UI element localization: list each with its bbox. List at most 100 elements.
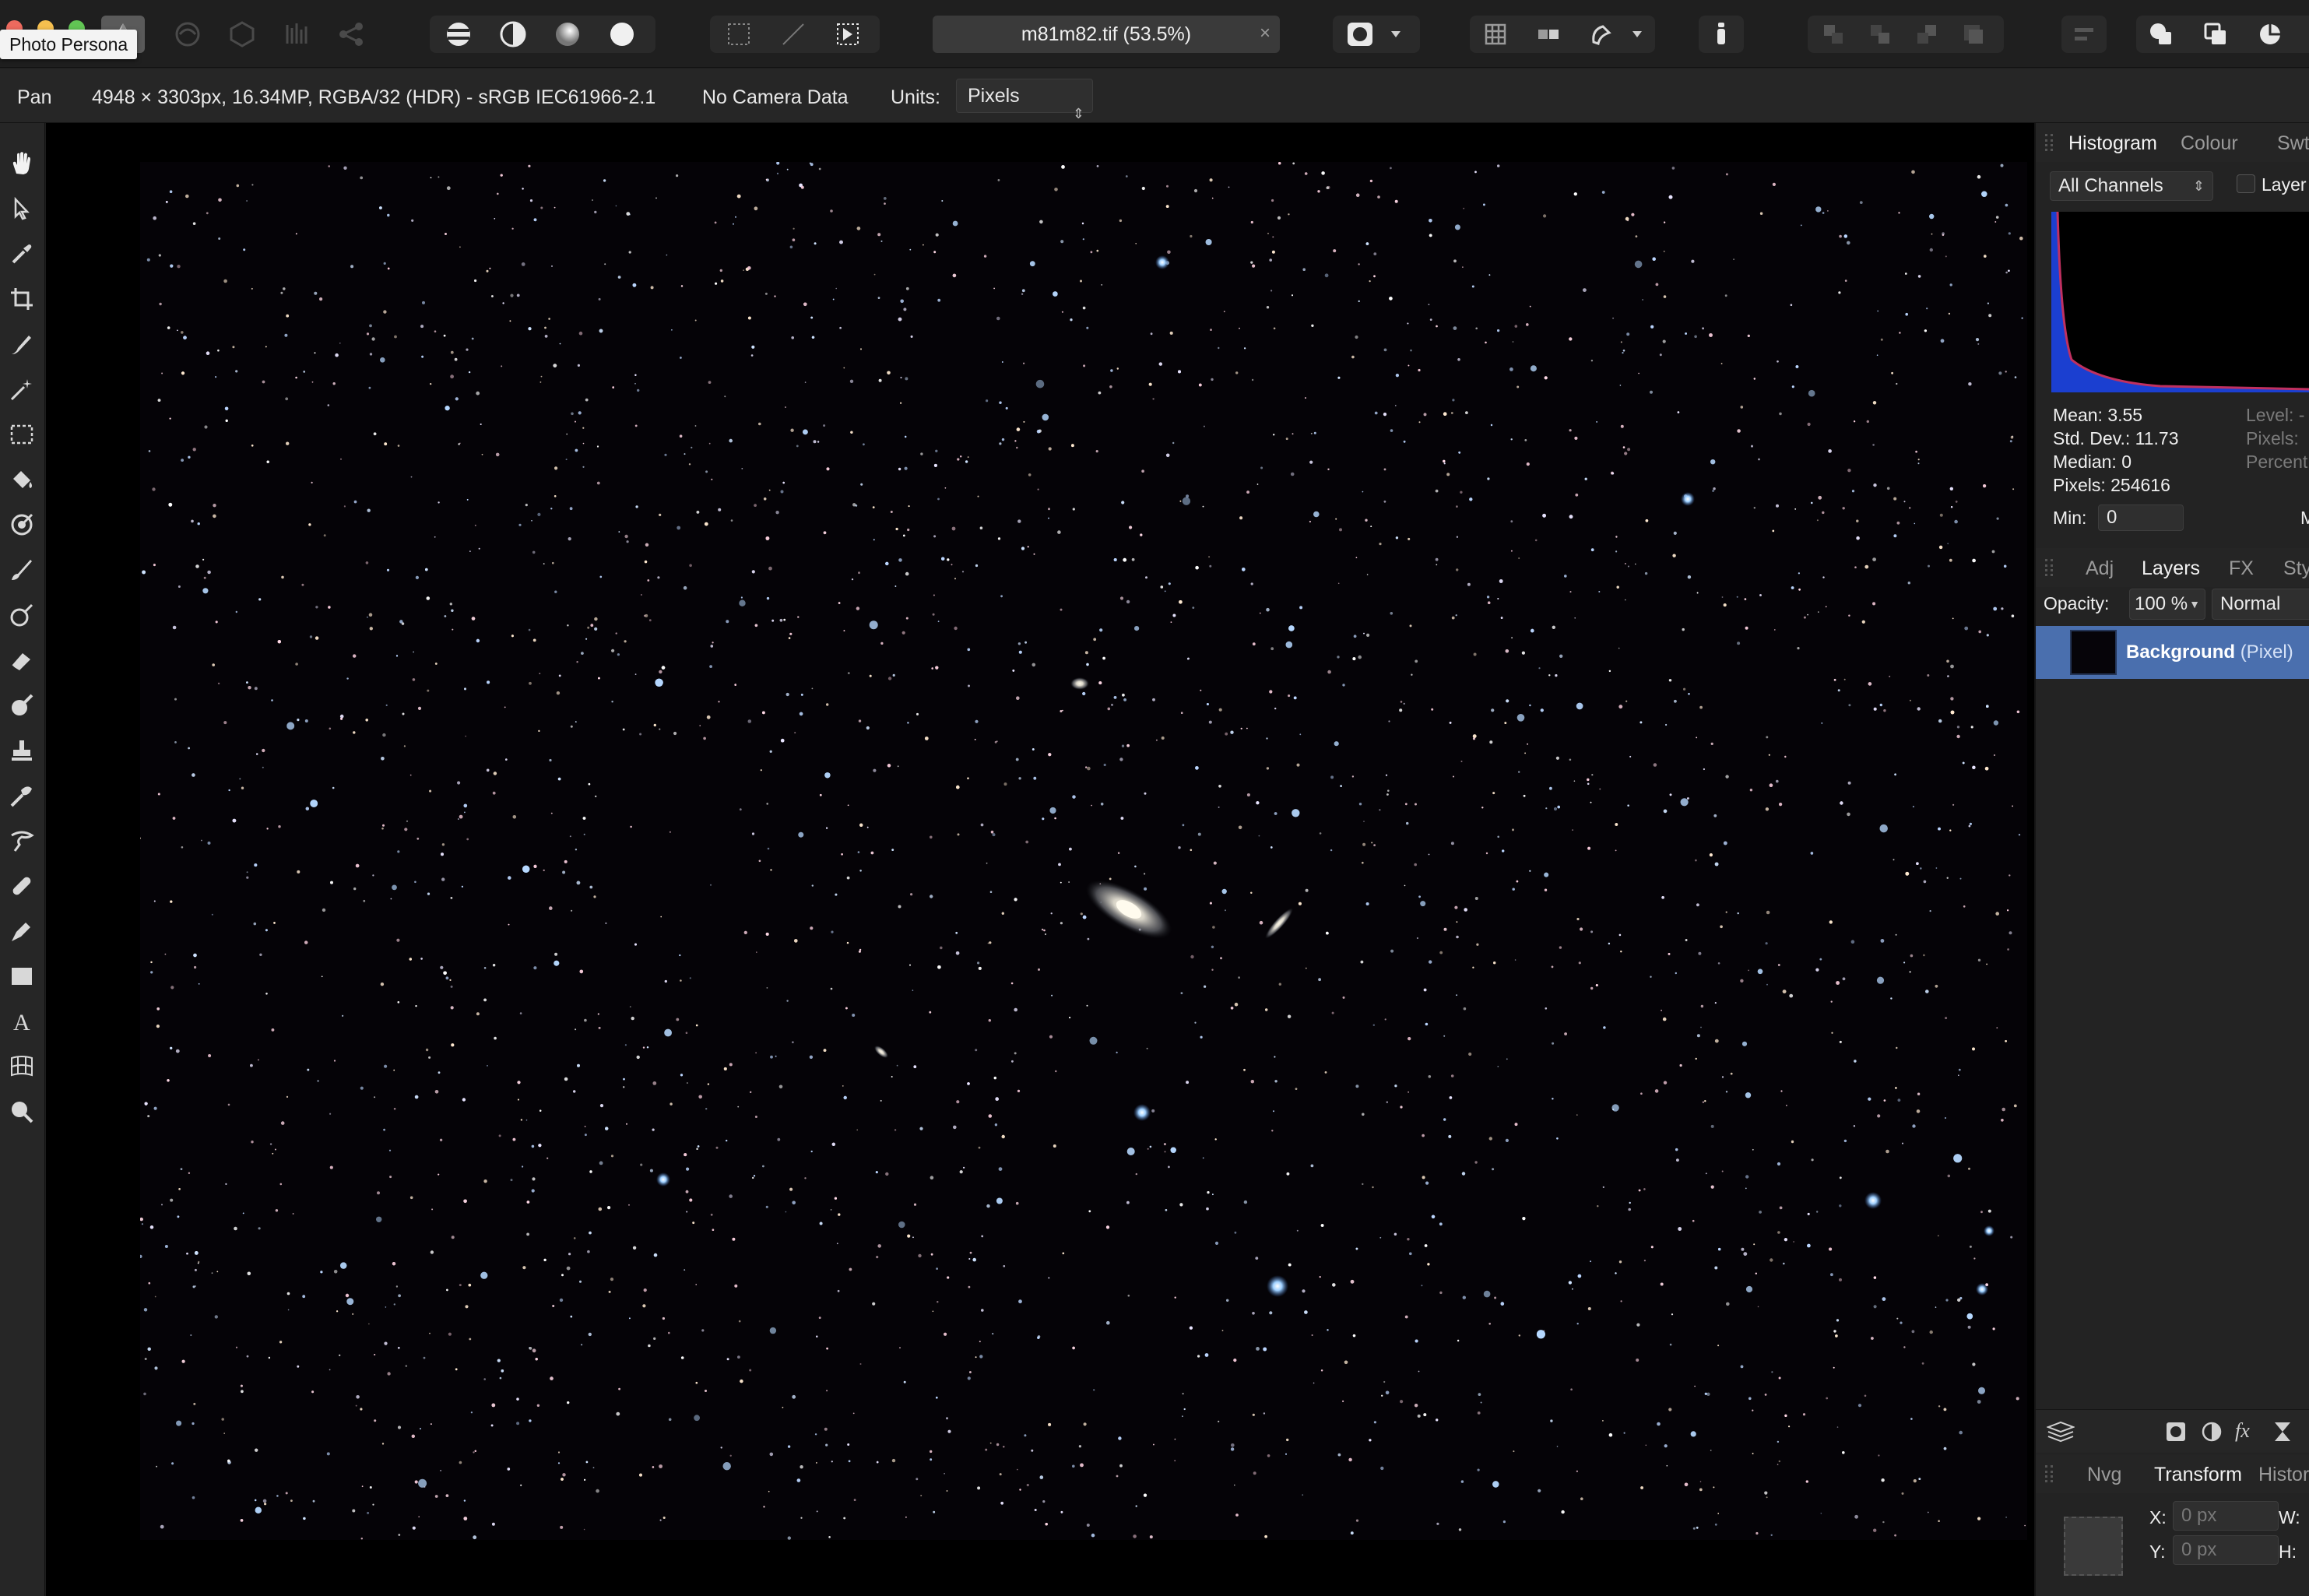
- selection-brush-tool-icon[interactable]: [3, 325, 40, 363]
- crop-tool-icon[interactable]: [3, 280, 40, 318]
- color-replace-tool-icon[interactable]: [3, 506, 40, 543]
- snapping-dropdown-icon[interactable]: [1625, 16, 1649, 53]
- histogram-std-dev: Std. Dev.: 11.73: [2053, 428, 2179, 448]
- intersect-shapes-icon[interactable]: [2251, 16, 2289, 53]
- canvas-area[interactable]: [46, 123, 2034, 1596]
- blur-brush-tool-icon[interactable]: [3, 687, 40, 724]
- assistant-icon[interactable]: [1703, 16, 1739, 53]
- pen-tool-icon[interactable]: [3, 912, 40, 950]
- units-select[interactable]: Pixels ⇕: [956, 79, 1093, 121]
- tools-panel: A: [0, 123, 45, 1596]
- context-toolbar: Pan 4948 × 3303px, 16.34MP, RGBA/32 (HDR…: [0, 69, 2309, 123]
- tab-history[interactable]: Histor: [2258, 1464, 2309, 1486]
- grid-icon[interactable]: [1478, 16, 1513, 53]
- text-tool-icon[interactable]: A: [3, 1003, 40, 1040]
- mesh-warp-tool-icon[interactable]: [3, 1048, 40, 1085]
- opacity-input[interactable]: 100 % ▼: [2129, 589, 2205, 620]
- liquify-persona-icon[interactable]: [170, 16, 206, 53]
- color-picker-tool-icon[interactable]: [3, 235, 40, 272]
- hand-tool-icon[interactable]: [3, 145, 40, 182]
- subtract-shapes-icon[interactable]: [2197, 16, 2234, 53]
- paint-brush-tool-icon[interactable]: [3, 551, 40, 589]
- x-label: X:: [2149, 1507, 2167, 1527]
- tab-fx[interactable]: FX: [2229, 557, 2254, 580]
- layers-stack-icon[interactable]: [2046, 1421, 2075, 1447]
- magic-wand-tool-icon[interactable]: [3, 371, 40, 408]
- contrast-icon[interactable]: [495, 16, 531, 53]
- channel-select[interactable]: All Channels ⇕: [2050, 171, 2213, 201]
- tab-colour[interactable]: Colour: [2181, 132, 2238, 155]
- opacity-dropdown-icon: ▼: [2189, 598, 2200, 610]
- tab-adjustments[interactable]: Adj: [2086, 557, 2114, 580]
- min-input[interactable]: 0: [2098, 504, 2184, 531]
- add-mask-icon[interactable]: [2165, 1421, 2187, 1447]
- layer-checkbox-label: Layer: [2262, 174, 2307, 195]
- units-value: Pixels: [968, 85, 1020, 107]
- deselect-icon[interactable]: [775, 16, 811, 53]
- add-shapes-icon[interactable]: [2142, 16, 2180, 53]
- layer-row-background[interactable]: Background (Pixel): [2036, 626, 2309, 679]
- tone-mapping-persona-icon[interactable]: [279, 16, 315, 53]
- marquee-tool-icon[interactable]: [3, 416, 40, 453]
- anchor-selector[interactable]: [2064, 1517, 2123, 1576]
- tab-styles[interactable]: Sty: [2283, 557, 2309, 580]
- panel-grip-icon[interactable]: [2045, 559, 2053, 576]
- layer-checkbox[interactable]: [2237, 174, 2255, 193]
- move-to-back-icon[interactable]: [1815, 16, 1851, 53]
- tab-layers[interactable]: Layers: [2142, 557, 2200, 580]
- export-persona-icon[interactable]: [333, 16, 369, 53]
- rectangle-tool-icon[interactable]: [3, 958, 40, 995]
- develop-persona-icon[interactable]: [224, 16, 260, 53]
- quick-mask-icon[interactable]: [1341, 16, 1379, 53]
- opacity-label: Opacity:: [2044, 593, 2110, 613]
- align-icon[interactable]: [1531, 16, 1566, 53]
- tab-histogram[interactable]: Histogram: [2068, 132, 2157, 155]
- liquify-tool-icon[interactable]: [3, 822, 40, 860]
- gradient-icon[interactable]: [550, 16, 585, 53]
- document-close-icon[interactable]: ×: [1260, 23, 1270, 44]
- image-info: 4948 × 3303px, 16.34MP, RGBA/32 (HDR) - …: [92, 86, 656, 108]
- panel-grip-icon[interactable]: [2045, 134, 2053, 151]
- boolean-group: [2136, 16, 2309, 53]
- mask-group: [1333, 16, 1420, 53]
- healing-brush-tool-icon[interactable]: [3, 867, 40, 905]
- invert-selection-icon[interactable]: [830, 16, 866, 53]
- image-canvas[interactable]: [140, 162, 2027, 1540]
- erase-brush-tool-icon[interactable]: [3, 642, 40, 679]
- move-tool-icon[interactable]: [3, 190, 40, 227]
- y-label: Y:: [2149, 1542, 2166, 1562]
- svg-text:A: A: [13, 1010, 30, 1035]
- blend-mode-select[interactable]: Normal: [2212, 589, 2309, 620]
- clone-tool-icon[interactable]: [3, 732, 40, 769]
- adjustment-icon[interactable]: [2201, 1421, 2223, 1447]
- alignment-icon[interactable]: [2066, 16, 2102, 53]
- panel-grip-icon[interactable]: [2045, 1465, 2053, 1482]
- zoom-tool-icon[interactable]: [3, 1093, 40, 1130]
- move-forward-one-icon[interactable]: [1909, 16, 1945, 53]
- fx-icon[interactable]: fx: [2235, 1419, 2250, 1443]
- white-balance-icon[interactable]: [604, 16, 640, 53]
- title-bar: m81m82.tif (53.5%) × Photo Persona: [0, 0, 2309, 68]
- smudge-tool-icon[interactable]: [3, 777, 40, 814]
- select-all-icon[interactable]: [721, 16, 757, 53]
- transform-tab-row: Nvg Transform Histor: [2036, 1454, 2309, 1493]
- x-input[interactable]: 0 px: [2173, 1501, 2279, 1531]
- layer-name-text: Background: [2126, 642, 2236, 663]
- layer-thumbnail: [2070, 630, 2117, 675]
- snapping-icon[interactable]: [1583, 16, 1619, 53]
- tab-transform[interactable]: Transform: [2154, 1464, 2242, 1486]
- levels-icon[interactable]: [441, 16, 476, 53]
- select-arrows-icon: ⇕: [2192, 178, 2205, 194]
- tab-navigator[interactable]: Nvg: [2087, 1464, 2121, 1486]
- mask-dropdown-icon[interactable]: [1384, 16, 1408, 53]
- dodge-tool-icon[interactable]: [3, 596, 40, 634]
- flood-fill-tool-icon[interactable]: [3, 461, 40, 498]
- layer-name: Background (Pixel): [2126, 642, 2293, 663]
- current-tool-label: Pan: [17, 86, 52, 108]
- move-back-one-icon[interactable]: [1862, 16, 1898, 53]
- y-input[interactable]: 0 px: [2173, 1535, 2279, 1565]
- move-to-front-icon[interactable]: [1956, 16, 1991, 53]
- document-tab[interactable]: m81m82.tif (53.5%) ×: [933, 16, 1280, 53]
- live-filter-icon[interactable]: [2272, 1421, 2293, 1447]
- tab-swatches[interactable]: Swt: [2277, 132, 2309, 155]
